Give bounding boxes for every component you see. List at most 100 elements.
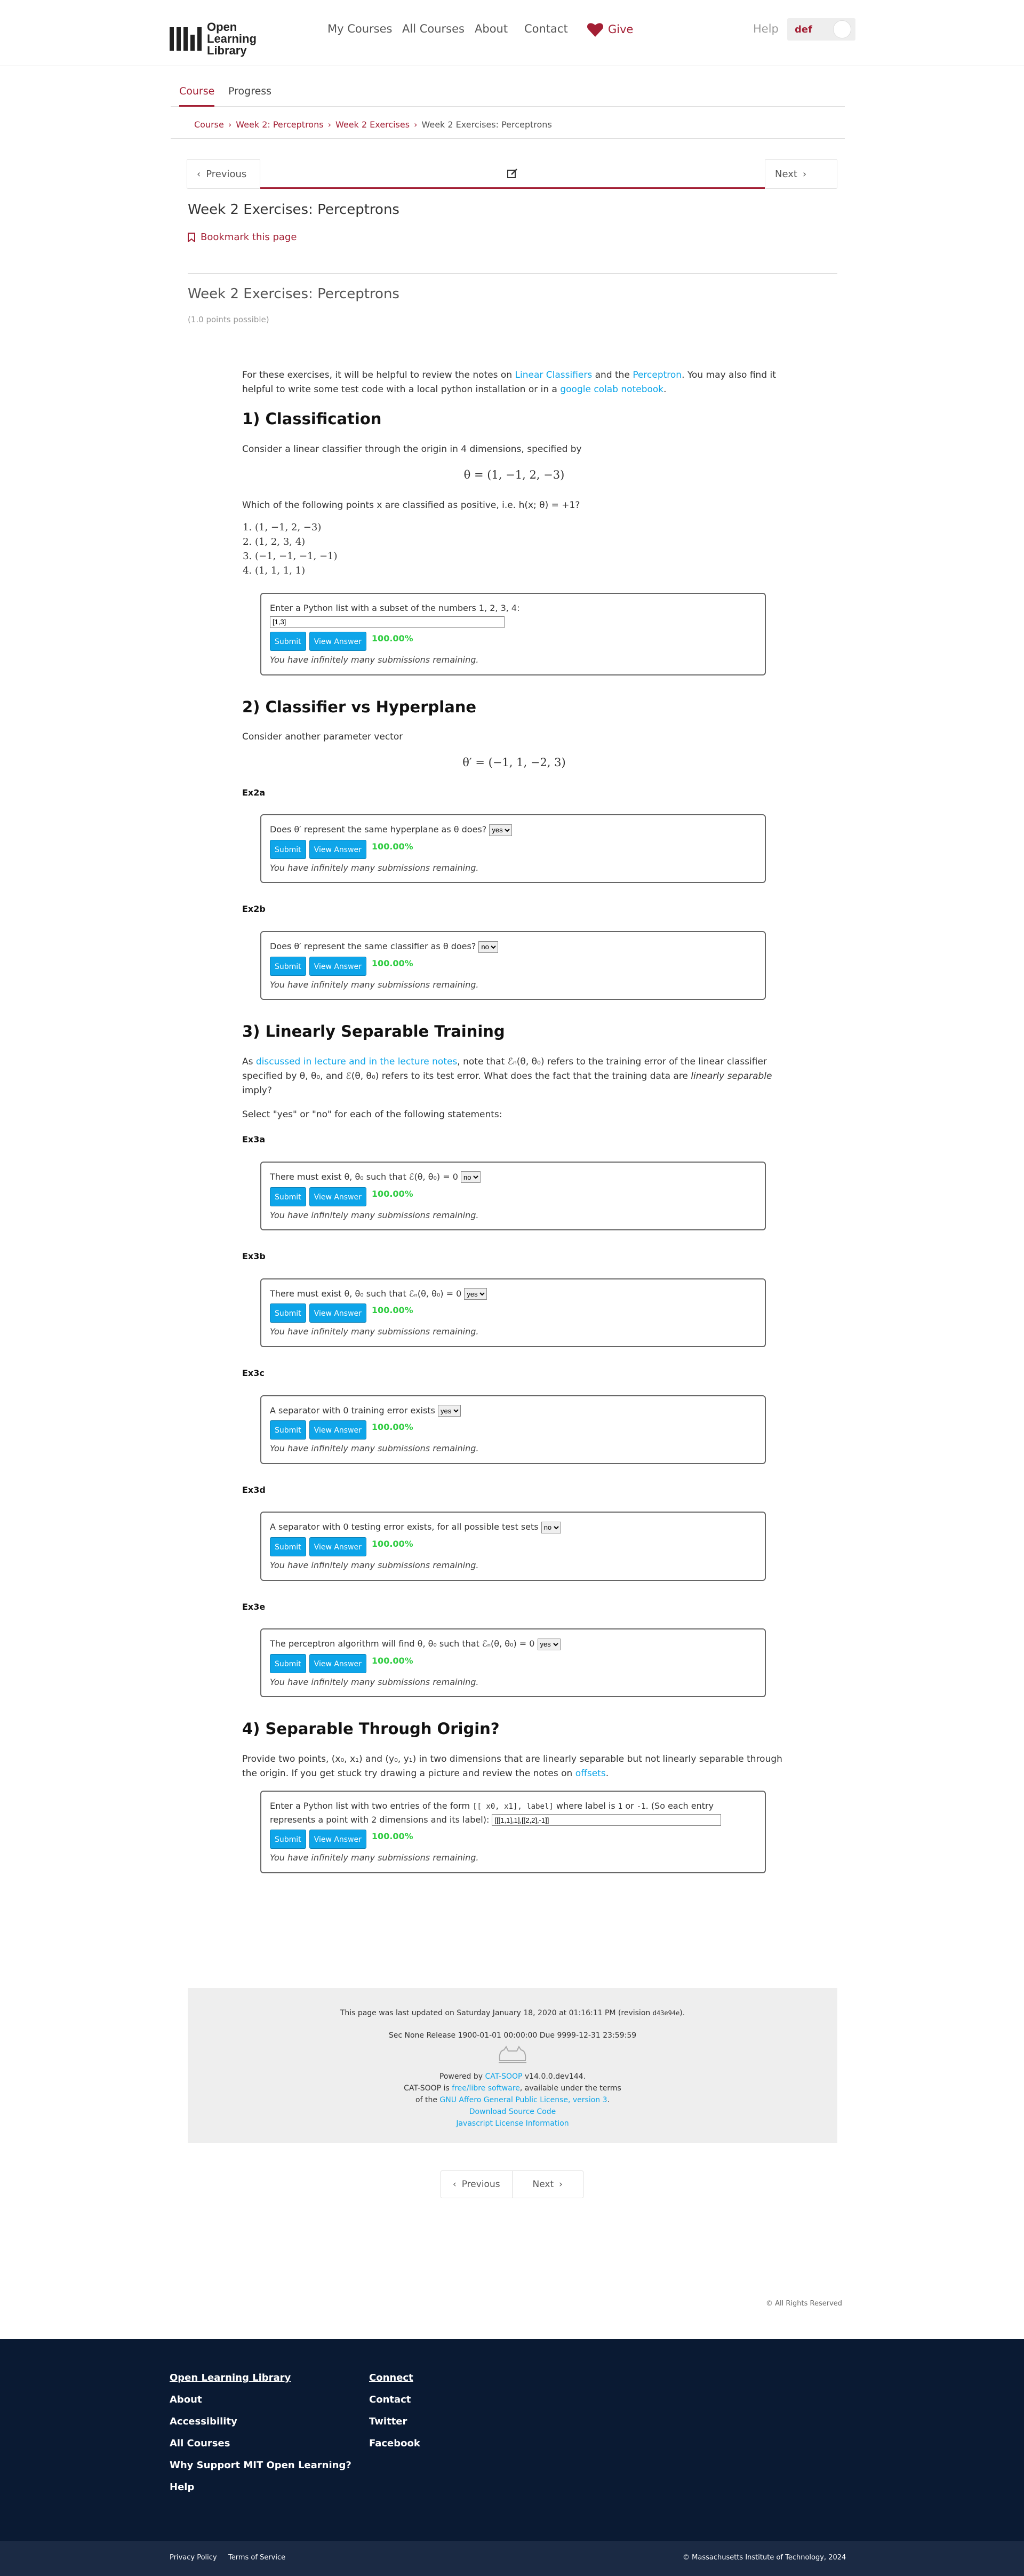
footer-link-facebook[interactable]: Facebook: [369, 2432, 420, 2454]
yes-no-select[interactable]: yes: [489, 824, 513, 836]
yes-no-select[interactable]: yes: [537, 1638, 561, 1650]
submit-button[interactable]: Submit: [270, 1653, 306, 1673]
yes-no-select[interactable]: no: [541, 1521, 561, 1533]
help-link[interactable]: Help: [753, 22, 779, 35]
all-rights-reserved: © All Rights Reserved: [766, 2300, 843, 2308]
powered-by: Powered by CAT-SOOP v14.0.0.dev144.: [439, 2072, 586, 2081]
sequence-unit-tab[interactable]: [260, 159, 765, 189]
section-paragraph: As discussed in lecture and in the lectu…: [242, 1056, 772, 1096]
breadcrumb-exercises[interactable]: Week 2 Exercises: [335, 120, 410, 130]
yes-no-select[interactable]: yes: [437, 1405, 461, 1417]
nav-all-courses[interactable]: All Courses: [402, 22, 465, 35]
next-button[interactable]: Next ›: [765, 159, 837, 189]
yes-no-select[interactable]: yes: [464, 1288, 487, 1300]
mit-logo[interactable]: Open Learning Library: [170, 21, 276, 57]
submit-button[interactable]: Submit: [270, 1303, 306, 1323]
linear-classifiers-link[interactable]: Linear Classifiers: [515, 370, 593, 380]
offsets-link[interactable]: offsets: [575, 1768, 606, 1779]
view-answer-button[interactable]: View Answer: [309, 1187, 366, 1206]
submit-button[interactable]: Submit: [270, 1537, 306, 1556]
next-label: Next: [775, 168, 797, 180]
bookmark-button[interactable]: Bookmark this page: [188, 232, 297, 243]
footer-link-twitter[interactable]: Twitter: [369, 2411, 420, 2432]
submit-button[interactable]: Submit: [270, 839, 306, 859]
yes-no-select[interactable]: no: [478, 941, 499, 953]
catsoop-link[interactable]: CAT-SOOP: [485, 2072, 522, 2081]
section-title: 2) Classifier vs Hyperplane: [242, 697, 477, 716]
exercise-label: Ex3e: [242, 1601, 266, 1612]
section-text: Consider another parameter vector: [242, 731, 403, 742]
view-answer-button[interactable]: View Answer: [309, 1653, 366, 1673]
colab-link[interactable]: google colab notebook: [560, 384, 663, 395]
free-software-link[interactable]: free/libre software: [452, 2084, 520, 2093]
breadcrumb-week[interactable]: Week 2: Perceptrons: [236, 120, 323, 130]
nav-my-courses[interactable]: My Courses: [327, 22, 392, 35]
previous-button[interactable]: ‹ Previous: [441, 2171, 513, 2198]
mit-logo-mark: [170, 27, 202, 51]
breadcrumb-course[interactable]: Course: [194, 120, 224, 130]
footer-link-why-support[interactable]: Why Support MIT Open Learning?: [170, 2454, 351, 2476]
yes-no-select[interactable]: no: [461, 1171, 481, 1183]
question-line: The perceptron algorithm will find θ, θ₀…: [270, 1637, 756, 1651]
submit-button[interactable]: Submit: [270, 956, 306, 976]
user-menu[interactable]: def: [787, 18, 855, 41]
view-answer-button[interactable]: View Answer: [309, 1420, 366, 1440]
problem-content: For these exercises, it will be helpful …: [242, 368, 786, 1893]
equation: θ′ = (−1, 1, −2, 3): [462, 756, 566, 769]
exercise-label: Ex2b: [242, 904, 266, 915]
breadcrumb: Course › Week 2: Perceptrons › Week 2 Exerci…: [171, 115, 845, 139]
view-answer-button[interactable]: View Answer: [309, 1537, 366, 1556]
view-answer-button[interactable]: View Answer: [309, 1830, 366, 1849]
tab-course[interactable]: Course: [179, 85, 215, 107]
privacy-policy-link[interactable]: Privacy Policy: [170, 2554, 217, 2562]
agpl-link[interactable]: GNU Affero General Public License, versi…: [439, 2096, 607, 2104]
bottom-sequence-nav: ‹ Previous Next ›: [441, 2170, 583, 2198]
nav-contact[interactable]: Contact: [524, 22, 568, 35]
submit-button[interactable]: Submit: [270, 1187, 306, 1206]
footer-link-about[interactable]: About: [170, 2389, 351, 2411]
submissions-remaining: You have infinitely many submissions rem…: [270, 654, 479, 665]
submissions-remaining: You have infinitely many submissions rem…: [270, 1326, 479, 1337]
score-badge: 100.00%: [371, 633, 413, 643]
footer-link-help[interactable]: Help: [170, 2476, 351, 2498]
download-source-link[interactable]: Download Source Code: [469, 2108, 556, 2116]
score-badge: 100.00%: [371, 1188, 413, 1199]
footer-link-accessibility[interactable]: Accessibility: [170, 2411, 351, 2432]
footer-link-all-courses[interactable]: All Courses: [170, 2432, 351, 2454]
view-answer-button[interactable]: View Answer: [309, 839, 366, 859]
footer-link-contact[interactable]: Contact: [369, 2389, 420, 2411]
bookmark-icon: [188, 232, 195, 242]
chevron-right-icon: ›: [414, 120, 418, 130]
perceptron-link[interactable]: Perceptron: [633, 370, 682, 380]
chevron-right-icon: ›: [228, 120, 232, 130]
submit-button[interactable]: Submit: [270, 1830, 306, 1849]
button-row: Submit View Answer 100.00%: [270, 1537, 756, 1556]
problem-title: Week 2 Exercises: Perceptrons: [188, 286, 399, 302]
button-row: Submit View Answer 100.00%: [270, 839, 756, 859]
list-item: (1, 2, 3, 4): [255, 535, 786, 549]
answer-input[interactable]: [270, 616, 505, 628]
terms-of-service-link[interactable]: Terms of Service: [228, 2554, 285, 2562]
divider: [188, 273, 837, 274]
give-button[interactable]: Give: [587, 21, 633, 37]
view-answer-button[interactable]: View Answer: [309, 631, 366, 651]
js-license-link[interactable]: Javascript License Information: [456, 2119, 569, 2128]
nav-about[interactable]: About: [475, 22, 508, 35]
tab-progress[interactable]: Progress: [228, 85, 271, 107]
footer-heading[interactable]: Open Learning Library: [170, 2367, 351, 2389]
previous-button[interactable]: ‹ Previous: [187, 159, 260, 189]
edit-icon: [507, 168, 517, 178]
button-row: Submit View Answer 100.00%: [270, 631, 756, 651]
next-button[interactable]: Next ›: [513, 2171, 583, 2198]
lecture-notes-link[interactable]: discussed in lecture and in the lecture …: [256, 1056, 457, 1067]
view-answer-button[interactable]: View Answer: [309, 1303, 366, 1323]
chevron-left-icon: ‹: [197, 168, 201, 180]
points-possible: (1.0 points possible): [188, 315, 269, 324]
chevron-left-icon: ‹: [452, 2179, 457, 2190]
answer-input[interactable]: [492, 1814, 722, 1826]
view-answer-button[interactable]: View Answer: [309, 956, 366, 976]
points-list: (1, −1, 2, −3) (1, 2, 3, 4) (−1, −1, −1,…: [255, 520, 786, 578]
submit-button[interactable]: Submit: [270, 631, 306, 651]
submit-button[interactable]: Submit: [270, 1420, 306, 1440]
heart-icon: [587, 23, 604, 37]
